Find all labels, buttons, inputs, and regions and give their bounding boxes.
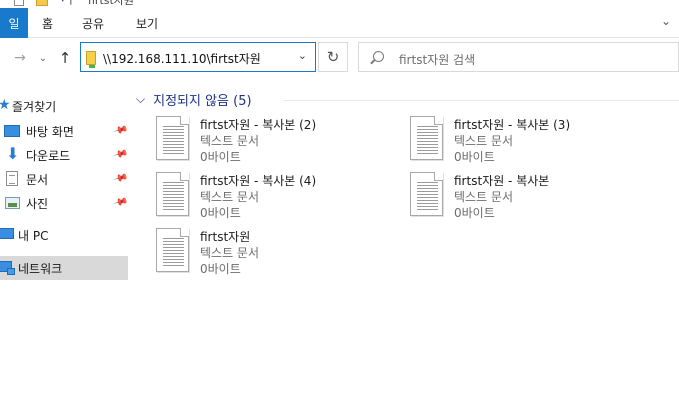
new-folder-icon[interactable] <box>36 0 48 6</box>
file-item[interactable]: firtst자원 - 복사본 (4) 텍스트 문서 0바이트 <box>156 172 396 224</box>
sidebar-item-label: 바탕 화면 <box>26 125 74 139</box>
group-title: 지정되지 않음 (5) <box>153 93 252 109</box>
file-type: 텍스트 문서 <box>454 190 514 204</box>
tab-home[interactable]: 홈 <box>42 8 53 38</box>
address-dropdown-icon[interactable]: ⌄ <box>298 49 307 62</box>
sidebar-item-label: 사진 <box>26 197 49 211</box>
network-folder-icon <box>86 51 96 68</box>
file-name: firtst자원 - 복사본 <box>454 174 550 188</box>
sidebar-item-network[interactable]: 네트워크 <box>0 256 128 280</box>
sidebar-item-desktop[interactable]: 바탕 화면 📌 <box>0 119 128 143</box>
tab-file[interactable]: 일 <box>0 8 28 38</box>
pin-icon: 📌 <box>112 170 129 187</box>
search-icon <box>373 51 384 62</box>
file-list: ⌵ 지정되지 않음 (5) firtst자원 - 복사본 (2) 텍스트 문서 … <box>130 84 679 407</box>
expand-ribbon-icon[interactable]: ⌄ <box>661 14 671 28</box>
network-icon <box>0 261 15 275</box>
group-header[interactable]: ⌵ 지정되지 않음 (5) <box>136 88 252 110</box>
search-box[interactable]: firtst자원 검색 <box>358 42 679 72</box>
file-name: firtst자원 - 복사본 (2) <box>200 118 317 132</box>
file-type: 텍스트 문서 <box>200 246 260 260</box>
text-file-icon <box>410 172 443 216</box>
address-bar[interactable]: \\192.168.111.10\firtst자원 ⌄ <box>80 42 316 72</box>
sidebar-item-label: 다운로드 <box>26 149 71 163</box>
file-size: 0바이트 <box>200 206 241 220</box>
file-name: firtst자원 - 복사본 (3) <box>454 118 571 132</box>
desktop-icon <box>4 125 20 137</box>
navigation-pane: ★ 즐겨찾기 바탕 화면 📌 ⬇ 다운로드 📌 문서 📌 사진 📌 내 PC 네… <box>0 84 128 407</box>
address-input[interactable]: \\192.168.111.10\firtst자원 <box>103 50 261 67</box>
sidebar-item-downloads[interactable]: ⬇ 다운로드 📌 <box>0 143 128 167</box>
download-icon: ⬇ <box>6 144 20 163</box>
quick-access-properties-icon[interactable] <box>14 0 24 6</box>
file-size: 0바이트 <box>454 206 495 220</box>
file-type: 텍스트 문서 <box>200 190 260 204</box>
pin-icon: 📌 <box>112 122 129 139</box>
pictures-icon <box>5 197 20 209</box>
sidebar-item-quick-access[interactable]: ★ 즐겨찾기 <box>0 94 128 118</box>
sidebar-item-label: 즐겨찾기 <box>12 100 57 114</box>
text-file-icon <box>410 116 443 160</box>
text-file-icon <box>156 116 189 160</box>
sidebar-item-this-pc[interactable]: 내 PC <box>0 223 128 247</box>
star-icon: ★ <box>0 97 11 113</box>
chevron-down-icon: ⌄ <box>38 52 48 64</box>
document-icon <box>6 171 18 186</box>
pin-icon: 📌 <box>112 194 129 211</box>
arrow-right-icon: → <box>14 50 26 66</box>
pc-icon <box>0 228 14 239</box>
navigation-bar: → ⌄ ↑ \\192.168.111.10\firtst자원 ⌄ ↻ firt… <box>0 38 679 78</box>
text-file-icon <box>156 172 189 216</box>
group-divider <box>284 100 679 101</box>
tab-view[interactable]: 보기 <box>136 8 158 38</box>
arrow-up-icon: ↑ <box>58 49 72 67</box>
file-name: firtst자원 - 복사본 (4) <box>200 174 317 188</box>
file-item[interactable]: firtst자원 - 복사본 텍스트 문서 0바이트 <box>410 172 650 224</box>
customize-toolbar-icon[interactable]: ▾ | <box>60 0 73 5</box>
up-button[interactable]: ↑ <box>56 48 74 68</box>
file-item[interactable]: firtst자원 - 복사본 (3) 텍스트 문서 0바이트 <box>410 116 650 168</box>
text-file-icon <box>156 228 189 272</box>
refresh-button[interactable]: ↻ <box>318 42 348 72</box>
tab-share[interactable]: 공유 <box>82 8 104 38</box>
chevron-down-icon: ⌵ <box>136 91 146 106</box>
file-size: 0바이트 <box>200 150 241 164</box>
file-size: 0바이트 <box>454 150 495 164</box>
file-item[interactable]: firtst자원 텍스트 문서 0바이트 <box>156 228 396 280</box>
window-title: firtst자원 <box>88 0 135 7</box>
forward-button[interactable]: → <box>12 48 28 68</box>
sidebar-item-label: 네트워크 <box>18 262 63 276</box>
sidebar-item-label: 내 PC <box>18 229 49 243</box>
file-item[interactable]: firtst자원 - 복사본 (2) 텍스트 문서 0바이트 <box>156 116 396 168</box>
file-name: firtst자원 <box>200 230 251 244</box>
title-bar: ▾ | firtst자원 <box>0 0 679 8</box>
ribbon-tabs: 일 홈 공유 보기 ⌄ <box>0 8 679 38</box>
sidebar-item-label: 문서 <box>26 173 49 187</box>
pin-icon: 📌 <box>112 146 129 163</box>
search-input[interactable]: firtst자원 검색 <box>399 51 475 68</box>
sidebar-item-pictures[interactable]: 사진 📌 <box>0 191 128 215</box>
file-type: 텍스트 문서 <box>200 134 260 148</box>
refresh-icon: ↻ <box>326 48 340 66</box>
file-size: 0바이트 <box>200 262 241 276</box>
sidebar-item-documents[interactable]: 문서 📌 <box>0 167 128 191</box>
file-type: 텍스트 문서 <box>454 134 514 148</box>
recent-locations-button[interactable]: ⌄ <box>36 48 50 68</box>
